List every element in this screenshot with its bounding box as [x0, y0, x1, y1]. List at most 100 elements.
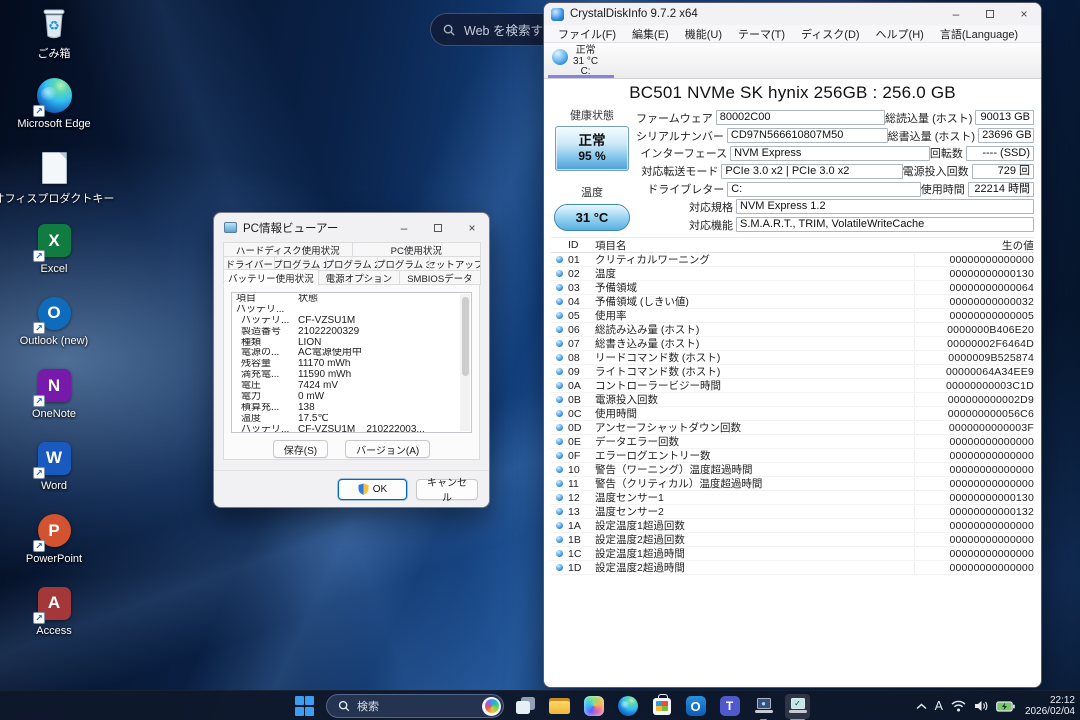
battery-list-row[interactable]: 製造番号21022200329 [236, 327, 459, 338]
taskbar-item-copilot[interactable] [581, 694, 606, 719]
health-status-badge[interactable]: 正常 95 % [555, 126, 629, 171]
battery-list-row[interactable]: バッテリ...CF-VZSU1M 210222003... [236, 425, 459, 433]
desktop-icon-office-product-key[interactable]: オフィスプロダクトキー [2, 149, 106, 222]
bing-icon[interactable] [482, 697, 501, 716]
battery-list-row[interactable]: バッテリ...CF-VZSU1M [236, 316, 459, 327]
smart-row-09[interactable]: 09ライトコマンド数 (ホスト)00000064A34EE9 [551, 365, 1034, 379]
cdi-menu-item-6[interactable]: 言語(Language) [932, 26, 1026, 42]
smart-row-0D[interactable]: 0Dアンセーフシャットダウン回数0000000000003F [551, 421, 1034, 435]
battery-info-list[interactable]: 項目 状態 バッテリ...バッテリ...CF-VZSU1M製造番号2102220… [231, 292, 472, 433]
taskbar-item-outlook[interactable]: O [683, 694, 708, 719]
cdi-menu-item-2[interactable]: 機能(U) [677, 26, 730, 42]
smart-row-12[interactable]: 12温度センサー100000000000130 [551, 491, 1034, 505]
smart-row-11[interactable]: 11警告（クリティカル）温度超過時間00000000000000 [551, 477, 1034, 491]
volume-icon[interactable] [974, 700, 988, 712]
taskbar-item-teams[interactable]: T [717, 694, 742, 719]
taskbar-item-file-explorer[interactable] [547, 694, 572, 719]
cdi-menu-item-5[interactable]: ヘルプ(H) [868, 26, 932, 42]
tab-プログラム 2[interactable]: プログラム 2 [326, 256, 378, 271]
office-product-key-icon [35, 149, 73, 187]
smart-row-05[interactable]: 05使用率00000000000005 [551, 309, 1034, 323]
battery-list-row[interactable]: 温度17.5℃ [236, 414, 459, 425]
smart-row-13[interactable]: 13温度センサー200000000000132 [551, 505, 1034, 519]
taskbar-item-microsoft-store[interactable] [649, 694, 674, 719]
smart-row-1B[interactable]: 1B設定温度2超過回数00000000000000 [551, 533, 1034, 547]
battery-icon[interactable] [996, 701, 1015, 712]
pcinfo-minimize-button[interactable]: – [387, 213, 421, 242]
tab-セットアップ[interactable]: セットアップ [429, 256, 481, 271]
cdi-minimize-button[interactable]: – [939, 3, 973, 25]
smart-row-1D[interactable]: 1D設定温度2超過時間00000000000000 [551, 561, 1034, 575]
battery-list-scrollbar[interactable] [460, 294, 470, 431]
smart-row-03[interactable]: 03予備領域00000000000064 [551, 281, 1034, 295]
temperature-value: 31 °C [576, 210, 609, 225]
spec-row: ドライブレターC:使用時間22214 時間 [636, 180, 1034, 198]
battery-list-row[interactable]: バッテリ... [236, 305, 459, 316]
cdi-menu-item-4[interactable]: ディスク(D) [793, 26, 868, 42]
version-button[interactable]: バージョン(A) [345, 440, 430, 458]
desktop-icon-powerpoint[interactable]: P↗PowerPoint [2, 512, 106, 585]
spec-row: 対応機能S.M.A.R.T., TRIM, VolatileWriteCache [636, 216, 1034, 234]
tab-SMBIOSデータ[interactable]: SMBIOSデータ [399, 270, 481, 285]
battery-list-row[interactable]: 積算充...138 [236, 403, 459, 414]
battery-list-row[interactable]: 電力0 mW [236, 392, 459, 403]
desktop-icon-onenote[interactable]: N↗OneNote [2, 367, 106, 440]
pcinfo-maximize-button[interactable] [421, 213, 455, 242]
taskbar-item-start[interactable] [292, 694, 317, 719]
smart-row-0C[interactable]: 0C使用時間000000000056C6 [551, 407, 1034, 421]
smart-table-header[interactable]: ID 項目名 生の値 [551, 238, 1034, 253]
battery-list-row[interactable]: 電圧7424 mV [236, 381, 459, 392]
battery-list-row[interactable]: 残容量11170 mWh [236, 359, 459, 370]
cdi-close-button[interactable]: × [1007, 3, 1041, 25]
pcinfo-titlebar[interactable]: PC情報ビューアー – × [214, 213, 489, 242]
cdi-menu-item-1[interactable]: 編集(E) [624, 26, 677, 42]
smart-row-0F[interactable]: 0Fエラーログエントリー数00000000000000 [551, 449, 1034, 463]
wifi-icon[interactable] [951, 700, 966, 712]
smart-row-0A[interactable]: 0Aコントローラービジー時間00000000003C1D [551, 379, 1034, 393]
smart-row-1C[interactable]: 1C設定温度1超過時間00000000000000 [551, 547, 1034, 561]
ime-indicator[interactable]: A [935, 699, 943, 713]
tab-バッテリー使用状況[interactable]: バッテリー使用状況 [223, 269, 319, 286]
tab-電源オプション[interactable]: 電源オプション [318, 270, 400, 285]
smart-row-04[interactable]: 04予備領域 (しきい値)00000000000032 [551, 295, 1034, 309]
battery-list-row[interactable]: 種類LION [236, 338, 459, 349]
desktop-icon-excel[interactable]: X↗Excel [2, 222, 106, 295]
tab-プログラム 3[interactable]: プログラム 3 [377, 256, 429, 271]
field-label: 総読込量 (ホスト) [885, 110, 975, 126]
taskbar-clock[interactable]: 22:12 2026/02/04 [1025, 695, 1075, 718]
taskbar-item-edge[interactable] [615, 694, 640, 719]
disk-tab-c[interactable]: 正常 31 °C C: [548, 43, 618, 78]
smart-row-0B[interactable]: 0B電源投入回数000000000002D9 [551, 393, 1034, 407]
cdi-menu-item-0[interactable]: ファイル(F) [550, 26, 624, 42]
desktop-icon-word[interactable]: W↗Word [2, 439, 106, 512]
smart-row-06[interactable]: 06総読み込み量 (ホスト)0000000B406E20 [551, 323, 1034, 337]
desktop-icon-outlook-new[interactable]: O↗Outlook (new) [2, 294, 106, 367]
smart-row-01[interactable]: 01クリティカルワーニング00000000000000 [551, 253, 1034, 267]
taskbar-item-task-view[interactable] [513, 694, 538, 719]
taskbar-search-box[interactable]: 検索 [326, 694, 504, 718]
cdi-maximize-button[interactable] [973, 3, 1007, 25]
desktop-icon-microsoft-edge[interactable]: ↗Microsoft Edge [2, 77, 106, 150]
tray-overflow-chevron-icon[interactable] [916, 703, 927, 710]
smart-row-02[interactable]: 02温度00000000000130 [551, 267, 1034, 281]
smart-row-10[interactable]: 10警告（ワーニング）温度超過時間00000000000000 [551, 463, 1034, 477]
battery-list-row[interactable]: 電源の...AC電源使用中 [236, 348, 459, 359]
taskbar-item-pc-info-viewer[interactable]: ✓ [785, 694, 810, 719]
scrollbar-thumb[interactable] [462, 297, 469, 376]
pcinfo-close-button[interactable]: × [455, 213, 489, 242]
smart-row-0E[interactable]: 0Eデータエラー回数00000000000000 [551, 435, 1034, 449]
ok-button[interactable]: OK [338, 479, 407, 500]
cancel-button[interactable]: キャンセル [416, 479, 478, 500]
smart-row-1A[interactable]: 1A設定温度1超過回数00000000000000 [551, 519, 1034, 533]
save-button[interactable]: 保存(S) [273, 440, 328, 458]
battery-list-row[interactable]: 満充電...11590 mWh [236, 370, 459, 381]
tab-PC使用状況[interactable]: PC使用状況 [352, 242, 482, 257]
cdi-titlebar[interactable]: CrystalDiskInfo 9.7.2 x64 – × [544, 3, 1041, 25]
cdi-menu-item-3[interactable]: テーマ(T) [730, 26, 793, 42]
desktop-icon-access[interactable]: A↗Access [2, 584, 106, 657]
desktop-icon-recycle-bin[interactable]: ♻ごみ箱 [2, 4, 106, 77]
tab-ハードディスク使用状況[interactable]: ハードディスク使用状況 [223, 242, 353, 257]
taskbar-item-crystaldiskinfo[interactable]: ● [751, 694, 776, 719]
smart-row-08[interactable]: 08リードコマンド数 (ホスト)0000009B525874 [551, 351, 1034, 365]
smart-row-07[interactable]: 07総書き込み量 (ホスト)00000002F6464D [551, 337, 1034, 351]
